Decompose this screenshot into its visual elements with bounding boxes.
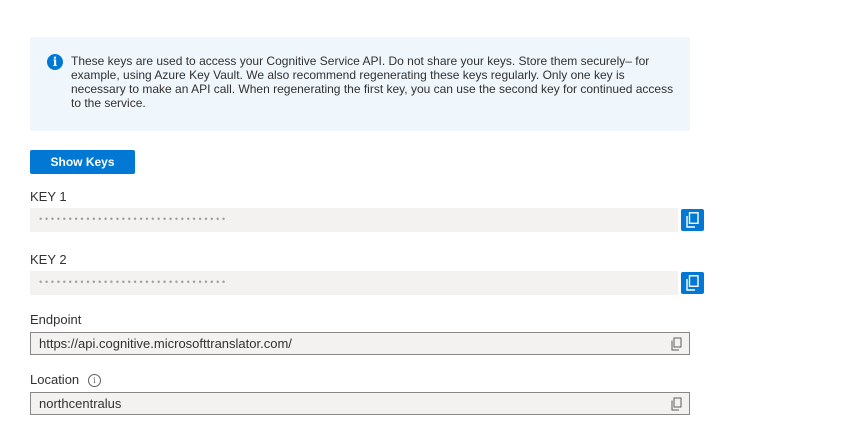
copy-icon — [686, 275, 699, 291]
key1-label: KEY 1 — [30, 189, 67, 204]
copy-icon — [671, 397, 682, 411]
location-field[interactable]: northcentralus — [30, 392, 690, 415]
keys-and-endpoint-panel: i These keys are used to access your Cog… — [0, 0, 854, 438]
key2-copy-button[interactable] — [681, 272, 704, 294]
location-label: Location — [30, 372, 80, 387]
info-message-text: These keys are used to access your Cogni… — [71, 54, 674, 110]
info-message-bar: i These keys are used to access your Cog… — [30, 37, 690, 131]
key2-field[interactable]: •••••••••••••••••••••••••••••••• — [30, 271, 678, 295]
endpoint-field[interactable]: https://api.cognitive.microsofttranslato… — [30, 332, 690, 355]
info-icon: i — [47, 54, 63, 70]
copy-icon — [686, 212, 699, 228]
location-copy-button[interactable] — [670, 397, 684, 411]
info-circle-icon[interactable]: i — [88, 374, 101, 387]
endpoint-copy-button[interactable] — [670, 337, 684, 351]
show-keys-button[interactable]: Show Keys — [30, 150, 135, 174]
key1-field[interactable]: •••••••••••••••••••••••••••••••• — [30, 208, 678, 232]
key1-copy-button[interactable] — [681, 209, 704, 231]
key2-label: KEY 2 — [30, 252, 67, 267]
endpoint-label: Endpoint — [30, 312, 82, 327]
copy-icon — [671, 337, 682, 351]
